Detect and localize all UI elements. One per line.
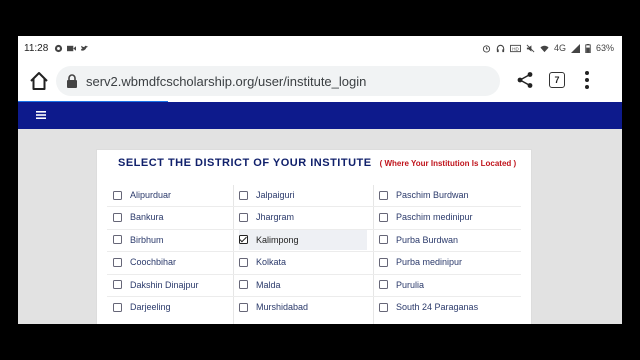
district-label: Jhargram [256, 212, 295, 223]
district-option[interactable]: Paschim medinipur [379, 207, 515, 227]
district-option[interactable]: Alipurduar [113, 185, 227, 205]
checkbox[interactable] [379, 235, 388, 245]
checkbox[interactable] [113, 235, 122, 245]
checkbox[interactable] [379, 212, 388, 222]
card-title: SELECT THE DISTRICT OF YOUR INSTITUTE [118, 157, 372, 169]
card-subtitle: ( Where Your Institution Is Located ) [379, 158, 517, 168]
checkbox-checked[interactable] [239, 235, 248, 245]
address-bar[interactable]: serv2.wbmdfcscholarship.org/user/institu… [56, 66, 500, 96]
district-label: Kolkata [256, 257, 287, 268]
district-option[interactable]: Bankura [113, 207, 227, 227]
twitter-icon [81, 45, 89, 51]
share-icon[interactable] [516, 71, 534, 89]
district-label: Paschim Burdwan [396, 190, 469, 200]
district-option[interactable]: Kolkata [239, 252, 367, 272]
svg-text:HD: HD [512, 46, 519, 51]
district-select-card: SELECT THE DISTRICT OF YOUR INSTITUTE ( … [96, 149, 532, 324]
district-label: Purba medinipur [396, 257, 463, 268]
district-label: Purulia [396, 279, 425, 290]
district-option[interactable]: Murshidabad [239, 297, 367, 317]
status-bar: 11:28 HD 4G 63% [18, 36, 622, 60]
status-time: 11:28 [24, 42, 49, 54]
district-option[interactable]: Paschim Burdwan [379, 185, 515, 205]
district-option[interactable]: South 24 Paraganas [379, 297, 515, 317]
checkbox[interactable] [239, 302, 248, 312]
volte-icon: HD [510, 44, 521, 52]
battery-icon [585, 43, 591, 53]
district-option[interactable]: Coochbihar [113, 252, 227, 272]
settings-icon [55, 44, 63, 52]
district-label: Jalpaiguri [256, 190, 295, 200]
checkbox[interactable] [113, 212, 122, 222]
alarm-icon [482, 44, 491, 53]
district-label: Paschim medinipur [396, 212, 473, 223]
checkbox[interactable] [113, 257, 122, 267]
district-option[interactable]: Jhargram [239, 207, 367, 227]
more-menu-icon[interactable] [584, 70, 590, 90]
checkbox[interactable] [113, 190, 122, 200]
checkbox[interactable] [239, 257, 248, 267]
phone-screen: 11:28 HD 4G 63% serv2.wbmdfcscholarship.… [18, 36, 622, 324]
district-label: Alipurduar [130, 190, 172, 200]
district-label: South 24 Paraganas [396, 302, 479, 312]
district-option[interactable]: Purba medinipur [379, 252, 515, 272]
mute-icon [526, 44, 535, 52]
page-content: SELECT THE DISTRICT OF YOUR INSTITUTE ( … [18, 129, 622, 324]
district-option[interactable]: Purba Burdwan [379, 230, 515, 250]
district-option[interactable]: Darjeeling [113, 297, 227, 317]
district-option[interactable]: Kalimpong [239, 229, 367, 250]
district-label: Dakshin Dinajpur [130, 279, 199, 290]
checkbox[interactable] [113, 280, 122, 290]
tab-switcher-button[interactable]: 7 [549, 72, 565, 88]
checkbox[interactable] [239, 280, 248, 290]
district-label: Coochbihar [130, 257, 177, 268]
district-option[interactable]: Purulia [379, 275, 515, 295]
district-option[interactable]: Jalpaiguri [239, 185, 367, 205]
checkbox[interactable] [239, 190, 248, 200]
district-label: Purba Burdwan [396, 234, 459, 245]
hamburger-menu-icon[interactable] [36, 111, 46, 119]
district-label: Darjeeling [130, 302, 171, 312]
district-option[interactable]: Dakshin Dinajpur [113, 275, 227, 295]
district-option[interactable]: Birbhum [113, 230, 227, 250]
url-text: serv2.wbmdfcscholarship.org/user/institu… [86, 73, 367, 89]
district-label: Kalimpong [256, 234, 299, 245]
wifi-icon [540, 45, 549, 52]
checkbox[interactable] [379, 257, 388, 267]
headphones-icon [496, 44, 505, 52]
network-type: 4G [553, 43, 566, 53]
site-navbar [18, 102, 622, 129]
district-label: Malda [256, 279, 281, 290]
signal-icon [570, 43, 580, 53]
browser-toolbar: serv2.wbmdfcscholarship.org/user/institu… [18, 60, 622, 102]
district-label: Bankura [130, 212, 164, 223]
checkbox[interactable] [239, 212, 248, 222]
video-icon [67, 45, 77, 51]
checkbox[interactable] [113, 302, 122, 312]
battery-percent: 63% [595, 43, 614, 53]
checkbox[interactable] [379, 302, 388, 312]
district-option[interactable]: Malda [239, 275, 367, 295]
district-label: Murshidabad [256, 302, 309, 312]
checkbox[interactable] [379, 280, 388, 290]
card-header: SELECT THE DISTRICT OF YOUR INSTITUTE ( … [97, 150, 531, 176]
lock-icon [67, 74, 77, 88]
district-label: Birbhum [130, 234, 164, 245]
home-icon[interactable] [28, 70, 50, 92]
checkbox[interactable] [379, 190, 388, 200]
